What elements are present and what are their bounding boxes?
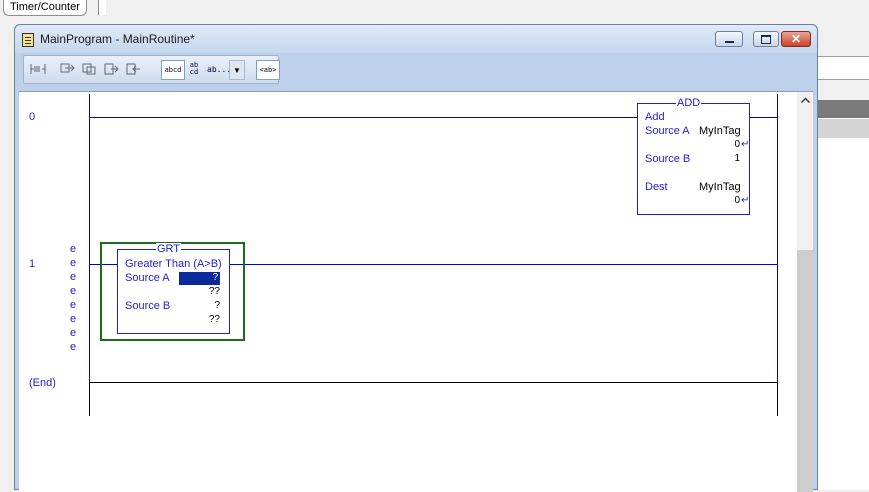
tab-timer-counter[interactable]: Timer/Counter — [3, 0, 87, 16]
add-source-b-value[interactable]: 1 — [718, 153, 740, 164]
grt-source-a-value: ?? — [208, 286, 220, 297]
scroll-up-icon[interactable] — [797, 92, 813, 108]
close-button[interactable]: ✕ — [781, 31, 811, 47]
next-rung-icon[interactable] — [80, 60, 98, 78]
end-right-rail — [777, 382, 778, 416]
window-title: MainProgram - MainRoutine* — [40, 32, 195, 46]
left-power-rail — [89, 94, 90, 416]
grt-source-b-tag[interactable]: ? — [178, 300, 220, 311]
error-marker: e — [70, 327, 77, 339]
ladder-toolbar: abcd ab cd ab... ▼ <ab> — [19, 53, 813, 87]
background-header — [818, 100, 869, 118]
grt-instruction[interactable]: GRT Greater Than (A>B) Source A ? ?? Sou… — [117, 243, 230, 334]
add-mnemonic: ADD — [677, 97, 701, 109]
grt-source-b-value: ?? — [208, 314, 220, 325]
toolbar-group: abcd ab cd ab... ▼ <ab> — [23, 55, 280, 84]
ab-dots-label: ab... — [207, 64, 232, 74]
chevron-down-icon: ▼ — [233, 65, 241, 75]
ladder-editor[interactable]: 0 ADD Add Source A MyInTag 0 ↵ Source B … — [19, 91, 813, 492]
display-mode-dropdown[interactable]: ▼ — [229, 60, 245, 80]
return-arrow-icon: ↵ — [741, 195, 750, 206]
close-icon: ✕ — [790, 32, 802, 46]
maximize-icon — [761, 34, 771, 44]
tab-timer-counter-label: Timer/Counter — [10, 1, 80, 13]
ab-tag-label: <ab> — [259, 66, 277, 74]
routine-icon — [22, 33, 34, 47]
error-marker: e — [70, 299, 77, 311]
title-bar[interactable]: MainProgram - MainRoutine* ✕ — [15, 25, 817, 53]
display-wrapped-names-button[interactable]: ab cd — [187, 60, 201, 78]
tab-partial[interactable] — [98, 0, 106, 15]
add-dest-value: 0 — [734, 195, 740, 206]
grt-source-b-label: Source B — [125, 300, 171, 312]
vertical-scrollbar[interactable] — [797, 92, 813, 492]
end-left-rail — [89, 382, 90, 416]
error-marker: e — [70, 271, 77, 283]
goto-rung-icon[interactable] — [58, 60, 76, 78]
abcd-label: abcd — [164, 66, 182, 74]
rung-0-wire-right — [749, 117, 777, 118]
grt-mnemonic: GRT — [157, 243, 181, 255]
minimize-button[interactable] — [715, 31, 743, 47]
add-name: Add — [645, 111, 665, 123]
maximize-button[interactable] — [753, 31, 779, 47]
display-tag-description-button[interactable]: <ab> — [256, 60, 280, 80]
verify-rung-icon[interactable] — [29, 60, 47, 78]
rung-number-1[interactable]: 1 — [29, 258, 35, 270]
error-marker: e — [70, 257, 77, 269]
instruction-toolbar-tabs: Timer/Counter — [0, 0, 869, 20]
add-source-a-value: 0 — [734, 139, 740, 150]
right-power-rail — [777, 94, 778, 416]
rung-1-wire-right — [230, 264, 777, 265]
add-source-a-tag[interactable]: MyInTag — [699, 125, 741, 137]
cd-label: cd — [189, 68, 199, 76]
routine-window: MainProgram - MainRoutine* ✕ abcd ab cd … — [14, 24, 818, 492]
add-dest-tag[interactable]: MyInTag — [699, 181, 741, 193]
add-dest-label: Dest — [645, 181, 668, 193]
grt-name: Greater Than (A>B) — [125, 258, 222, 270]
background-area — [818, 138, 869, 490]
scroll-thumb[interactable] — [797, 250, 813, 492]
error-marker: e — [70, 313, 77, 325]
grt-source-a-label: Source A — [125, 272, 170, 284]
end-rung-wire — [89, 382, 778, 383]
import-rung-icon[interactable] — [124, 60, 142, 78]
add-source-b-label: Source B — [645, 153, 691, 165]
minimize-icon — [724, 41, 734, 43]
display-tag-names-button[interactable]: abcd — [161, 60, 185, 80]
grt-source-a-tag-selected[interactable]: ? — [179, 272, 220, 285]
error-marker: e — [70, 341, 77, 353]
background-bar — [818, 118, 869, 139]
return-arrow-icon: ↵ — [741, 139, 750, 150]
rung-0-wire — [89, 117, 637, 118]
background-field — [818, 56, 869, 80]
rung-number-0[interactable]: 0 — [29, 111, 35, 123]
error-marker: e — [70, 243, 77, 255]
error-marker: e — [70, 285, 77, 297]
add-instruction[interactable]: ADD Add Source A MyInTag 0 ↵ Source B 1 … — [637, 97, 750, 215]
add-source-a-label: Source A — [645, 125, 690, 137]
background-panel — [818, 20, 869, 490]
end-rung-label[interactable]: (End) — [29, 377, 56, 389]
export-rung-icon[interactable] — [102, 60, 120, 78]
